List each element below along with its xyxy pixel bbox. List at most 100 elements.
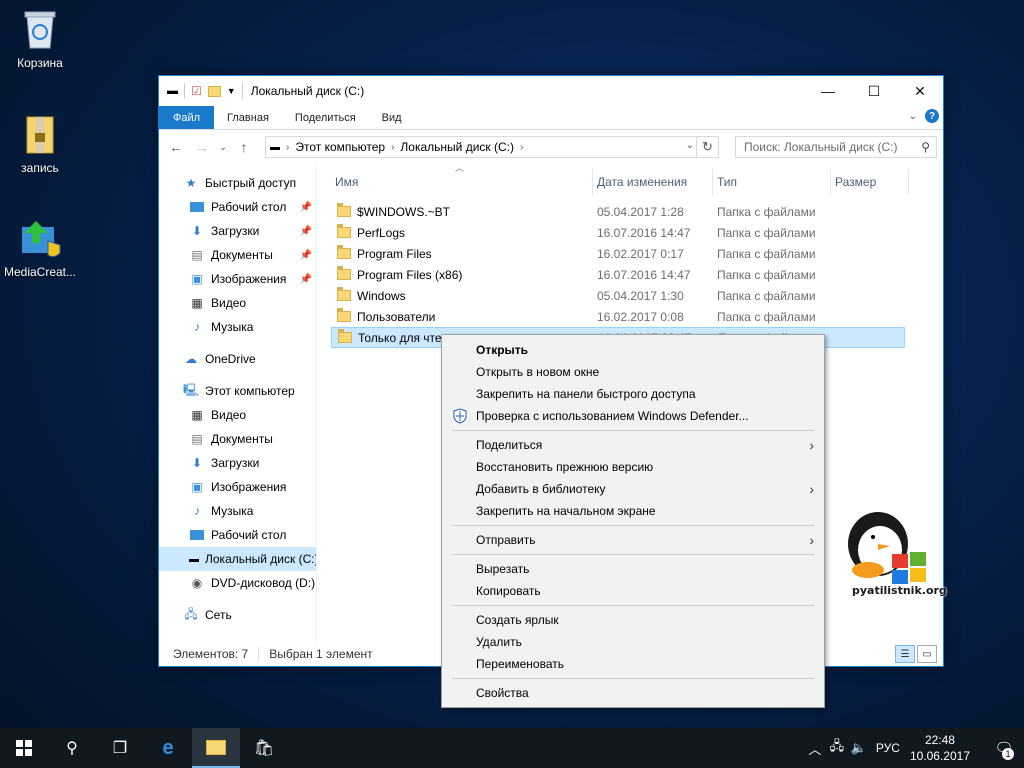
address-field[interactable]: ▬ › Этот компьютер › Локальный диск (C:)… (265, 136, 719, 158)
network-icon[interactable]: 🖧 (826, 737, 848, 759)
recycle-bin-icon (18, 8, 62, 52)
nav-item-videos[interactable]: ▦ Видео (159, 291, 316, 315)
language-indicator[interactable]: РУС (876, 741, 900, 755)
folder-icon (337, 287, 351, 301)
tab-view[interactable]: Вид (369, 106, 415, 129)
nav-item-desktop[interactable]: Рабочий стол 📌 (159, 195, 316, 219)
menu-item-defender-scan[interactable]: Проверка с использованием Windows Defend… (442, 405, 824, 427)
file-row[interactable]: $WINDOWS.~BT 05.04.2017 1:28 Папка с фай… (331, 201, 943, 222)
clock[interactable]: 22:48 10.06.2017 (910, 732, 970, 764)
file-row[interactable]: Windows 05.04.2017 1:30 Папка с файлами (331, 285, 943, 306)
menu-item-cut[interactable]: Вырезать (442, 558, 824, 580)
minimize-button[interactable]: — (805, 76, 851, 106)
column-date[interactable]: Дата изменения (593, 169, 713, 195)
menu-item-send-to[interactable]: Отправить › (442, 529, 824, 551)
volume-icon[interactable]: 🔈 (848, 740, 870, 756)
folder-icon (337, 203, 351, 217)
title-bar[interactable]: ▬ ☑ ▼ Локальный диск (C:) — ☐ ✕ (159, 76, 943, 106)
menu-item-share[interactable]: Поделиться › (442, 434, 824, 456)
large-icons-view-icon[interactable]: ▭ (917, 645, 937, 663)
properties-icon[interactable]: ☑ (191, 84, 202, 98)
chevron-right-icon: › (809, 481, 814, 497)
nav-this-pc[interactable]: 🖳 Этот компьютер (159, 379, 316, 403)
tab-share[interactable]: Поделиться (282, 106, 369, 129)
file-row[interactable]: PerfLogs 16.07.2016 14:47 Папка с файлам… (331, 222, 943, 243)
column-headers: ︿ Имя Дата изменения Тип Размер (331, 163, 943, 195)
pin-icon[interactable]: 📌 (300, 250, 312, 261)
selection-count: Выбран 1 элемент (269, 647, 373, 661)
desktop-icon-recycle-bin[interactable]: Корзина (0, 8, 80, 70)
nav-item-pc-pictures[interactable]: ▣ Изображения (159, 475, 316, 499)
column-type[interactable]: Тип (713, 169, 831, 195)
folder-icon (337, 245, 351, 259)
file-explorer-button[interactable] (192, 728, 240, 768)
file-row[interactable]: Program Files (x86) 16.07.2016 14:47 Пап… (331, 264, 943, 285)
expand-ribbon-icon[interactable]: ⌄ (909, 111, 917, 122)
up-button[interactable]: ↑ (233, 136, 255, 158)
nav-item-pc-desktop[interactable]: Рабочий стол (159, 523, 316, 547)
chevron-down-icon[interactable]: ⌄ (686, 140, 694, 151)
nav-item-pc-music[interactable]: ♪ Музыка (159, 499, 316, 523)
column-size[interactable]: Размер (831, 169, 909, 195)
start-button[interactable] (0, 728, 48, 768)
document-icon: ▤ (191, 432, 203, 446)
menu-item-pin-start[interactable]: Закрепить на начальном экране (442, 500, 824, 522)
pin-icon[interactable]: 📌 (300, 226, 312, 237)
menu-separator (452, 430, 814, 431)
menu-item-properties[interactable]: Свойства (442, 682, 824, 704)
menu-item-open[interactable]: Открыть (442, 339, 824, 361)
action-center-button[interactable]: 🗨 1 (984, 728, 1024, 768)
nav-network[interactable]: 🖧 Сеть (159, 603, 316, 627)
store-button[interactable]: 🛍 (240, 728, 288, 768)
chevron-down-icon[interactable]: ▼ (227, 86, 236, 96)
nav-quick-access[interactable]: ★ Быстрый доступ (159, 171, 316, 195)
desktop-icon-archive[interactable]: запись (0, 113, 80, 175)
tab-file[interactable]: Файл (159, 106, 215, 129)
menu-item-rename[interactable]: Переименовать (442, 653, 824, 675)
desktop-icon (189, 527, 205, 543)
nav-item-dvd-drive[interactable]: ◉ DVD-дисковод (D:) (159, 571, 316, 595)
desktop-icon-label: запись (21, 161, 59, 175)
file-row[interactable]: Пользователи 16.02.2017 0:08 Папка с фай… (331, 306, 943, 327)
pin-icon[interactable]: 📌 (300, 274, 312, 285)
menu-item-copy[interactable]: Копировать (442, 580, 824, 602)
edge-button[interactable]: e (144, 728, 192, 768)
nav-item-documents[interactable]: ▤ Документы 📌 (159, 243, 316, 267)
breadcrumb-this-pc[interactable]: Этот компьютер (295, 140, 385, 154)
breadcrumb-local-disk[interactable]: Локальный диск (C:) (400, 140, 514, 154)
menu-item-open-new-window[interactable]: Открыть в новом окне (442, 361, 824, 383)
nav-onedrive[interactable]: ☁ OneDrive (159, 347, 316, 371)
back-button[interactable]: ← (165, 136, 187, 158)
nav-item-pc-documents[interactable]: ▤ Документы (159, 427, 316, 451)
nav-item-local-disk[interactable]: ▬ Локальный диск (C:) (159, 547, 316, 571)
desktop-icon-media-creation[interactable]: MediaCreat... (0, 217, 80, 279)
close-button[interactable]: ✕ (897, 76, 943, 106)
menu-item-delete[interactable]: Удалить (442, 631, 824, 653)
refresh-icon[interactable]: ↻ (696, 137, 718, 157)
maximize-button[interactable]: ☐ (851, 76, 897, 106)
menu-item-create-shortcut[interactable]: Создать ярлык (442, 609, 824, 631)
nav-item-pc-videos[interactable]: ▦ Видео (159, 403, 316, 427)
pin-icon[interactable]: 📌 (300, 202, 312, 213)
forward-button[interactable]: → (191, 136, 213, 158)
nav-item-pc-downloads[interactable]: ⬇ Загрузки (159, 451, 316, 475)
nav-item-downloads[interactable]: ⬇ Загрузки 📌 (159, 219, 316, 243)
menu-item-restore-version[interactable]: Восстановить прежнюю версию (442, 456, 824, 478)
search-input[interactable]: Поиск: Локальный диск (C:) ⚲ (735, 136, 937, 158)
recent-locations-icon[interactable]: ⌄ (217, 136, 229, 158)
details-view-icon[interactable]: ☰ (895, 645, 915, 663)
tab-home[interactable]: Главная (214, 106, 282, 129)
video-icon: ▦ (191, 296, 203, 310)
menu-item-pin-quick-access[interactable]: Закрепить на панели быстрого доступа (442, 383, 824, 405)
menu-item-add-to-library[interactable]: Добавить в библиотеку › (442, 478, 824, 500)
task-view-button[interactable]: ❐ (96, 728, 144, 768)
chevron-up-icon[interactable]: ︿ (804, 739, 826, 758)
new-folder-icon[interactable] (207, 85, 221, 97)
folder-icon (337, 266, 351, 280)
help-icon[interactable]: ? (925, 109, 939, 123)
search-button[interactable]: ⚲ (48, 728, 96, 768)
nav-item-pictures[interactable]: ▣ Изображения 📌 (159, 267, 316, 291)
nav-item-music[interactable]: ♪ Музыка (159, 315, 316, 339)
file-row[interactable]: Program Files 16.02.2017 0:17 Папка с фа… (331, 243, 943, 264)
download-icon: ⬇ (191, 456, 203, 470)
